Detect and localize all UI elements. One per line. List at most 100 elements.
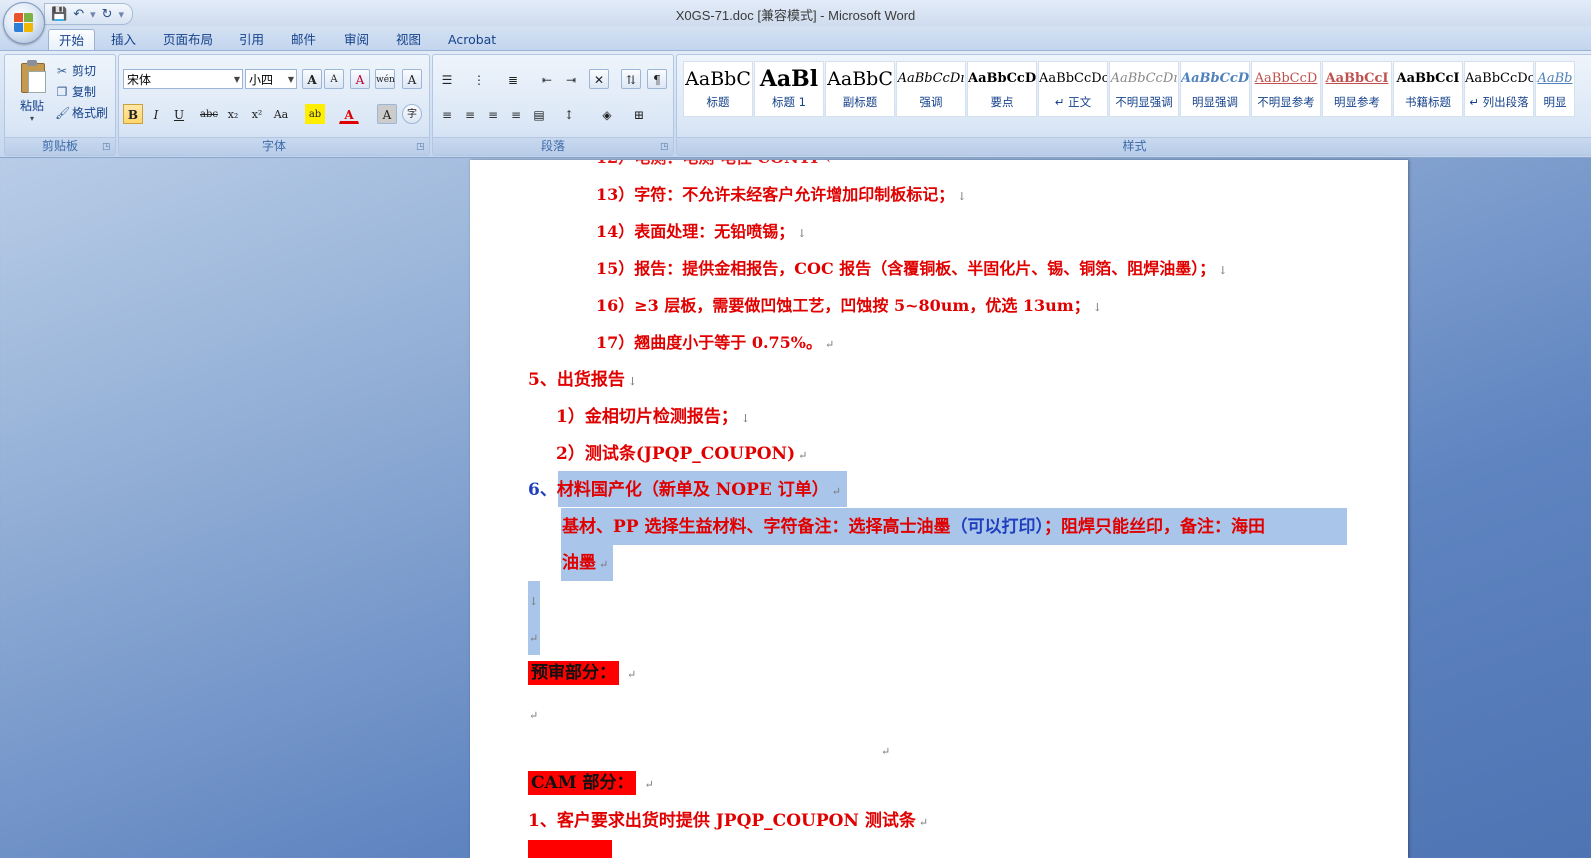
borders-icon[interactable]: ⊞: [629, 104, 649, 124]
partial-line: 12）电测：电测 电性 CONTI ↵: [596, 160, 837, 170]
show-marks-icon[interactable]: ¶: [647, 69, 667, 89]
tab-insert[interactable]: 插入: [101, 29, 146, 50]
decrease-indent-icon[interactable]: ⇤: [537, 69, 557, 89]
shrink-font-button[interactable]: A: [324, 69, 344, 89]
style-label: 强调: [919, 95, 943, 109]
tab-home[interactable]: 开始: [48, 29, 96, 51]
highlight-color-button[interactable]: ab: [305, 104, 325, 124]
underline-button[interactable]: U: [169, 104, 189, 124]
scissors-icon: ✂: [56, 64, 68, 78]
grow-font-button[interactable]: A: [302, 69, 322, 89]
char-shading-button[interactable]: A: [377, 104, 397, 124]
cut-button[interactable]: ✂ 剪切: [55, 61, 108, 82]
style-intense-emphasis[interactable]: AaBbCcDı 明显强调: [1180, 61, 1250, 117]
tab-mailings[interactable]: 邮件: [281, 29, 326, 50]
sort-icon[interactable]: ⇅: [621, 69, 641, 89]
clipboard-group-label: 剪贴板: [5, 137, 115, 155]
prereview-text: 预审部分：: [528, 661, 619, 685]
style-sample: AaBbCcDc: [1465, 71, 1534, 86]
increase-indent-icon[interactable]: ⇥: [561, 69, 581, 89]
newline-mark: ↓: [957, 190, 967, 203]
style-label: ↵ 正文: [1054, 95, 1092, 109]
style-sample: AaBbCcD: [1254, 71, 1318, 86]
align-right-icon[interactable]: ≡: [483, 104, 503, 124]
char-border-button[interactable]: A: [402, 69, 422, 89]
style-heading-1[interactable]: AaBl 标题 1: [754, 61, 824, 117]
style-intense[interactable]: AaBb 明显: [1535, 61, 1575, 117]
newline-mark: ↓: [627, 375, 638, 388]
style-sample: AaBbCcI: [1396, 71, 1460, 86]
superscript-button[interactable]: x²: [247, 104, 267, 124]
chinese-layout-icon[interactable]: ✕: [589, 69, 609, 89]
office-button[interactable]: [3, 2, 45, 44]
align-left-icon[interactable]: ≡: [437, 104, 457, 124]
styles-group-label: 样式: [677, 137, 1591, 155]
line-spacing-icon[interactable]: ↕: [559, 104, 579, 124]
style-strong[interactable]: AaBbCcD 要点: [967, 61, 1037, 117]
font-color-button[interactable]: A: [339, 104, 359, 124]
style-subtle-emphasis[interactable]: AaBbCcDı 不明显强调: [1109, 61, 1179, 117]
highlighter-icon: ab: [308, 109, 322, 120]
strikethrough-button[interactable]: abc: [199, 104, 219, 124]
align-center-icon[interactable]: ≡: [460, 104, 480, 124]
clear-format-button[interactable]: A: [350, 69, 370, 89]
tab-page-layout[interactable]: 页面布局: [153, 29, 223, 50]
list-item-text: 16）≥3 层板，需要做凹蚀工艺，凹蚀按 5~80um，优选 13um；: [596, 296, 1090, 315]
change-case-button[interactable]: Aa: [271, 104, 291, 124]
styles-group: AaBbC 标题 AaBl 标题 1 AaBbC 副标题 AaBbCcDı 强调 AaB…: [676, 54, 1591, 156]
tab-review[interactable]: 审阅: [334, 29, 379, 50]
justify-icon[interactable]: ≡: [506, 104, 526, 124]
style-book-title[interactable]: AaBbCcI 书籍标题: [1393, 61, 1463, 117]
body-text-part: （可以打印）: [950, 517, 1044, 537]
italic-button[interactable]: I: [146, 104, 166, 124]
chevron-down-icon: ▼: [233, 75, 240, 84]
font-family-value: 宋体: [127, 73, 152, 87]
style-list-paragraph[interactable]: AaBbCcDc ↵ 列出段落: [1464, 61, 1534, 117]
copy-button[interactable]: ❐ 复制: [55, 82, 108, 103]
subscript-button[interactable]: x₂: [223, 104, 243, 124]
numbering-icon[interactable]: ⋮: [469, 69, 489, 89]
window-title: X0GS-71.doc [兼容模式] - Microsoft Word: [675, 8, 916, 23]
paragraph-group-label: 段落: [433, 137, 673, 155]
chevron-down-icon: ▼: [287, 75, 294, 84]
paragraph-mark: ↵: [644, 778, 654, 791]
tab-view[interactable]: 视图: [386, 29, 431, 50]
font-group-label: 字体: [119, 137, 429, 155]
style-title[interactable]: AaBbC 标题: [683, 61, 753, 117]
tab-acrobat[interactable]: Acrobat: [438, 29, 506, 50]
paste-dropdown-icon[interactable]: ▾: [13, 114, 51, 123]
paragraph-launcher-icon[interactable]: ◳: [660, 143, 669, 152]
bullets-icon[interactable]: ☰: [437, 69, 457, 89]
paintbrush-icon: 🖌: [55, 106, 71, 120]
paste-button[interactable]: 粘贴 ▾: [13, 59, 51, 123]
distributed-icon[interactable]: ▤: [529, 104, 549, 124]
section-heading: 5、出货报告 ↓: [528, 368, 637, 394]
style-sample: AaBbCcI: [1325, 71, 1389, 86]
clipboard-group: 粘贴 ▾ ✂ 剪切 ❐ 复制 🖌 格式刷 剪贴板 ◳: [4, 54, 116, 156]
style-sample: AaBbC: [827, 68, 893, 90]
style-label: 副标题: [842, 95, 878, 109]
style-subtitle[interactable]: AaBbC 副标题: [825, 61, 895, 117]
font-launcher-icon[interactable]: ◳: [416, 143, 425, 152]
phonetic-guide-button[interactable]: wén: [375, 69, 395, 89]
style-subtle-reference[interactable]: AaBbCcD 不明显参考: [1251, 61, 1321, 117]
enclose-characters-button[interactable]: 字: [402, 104, 422, 124]
newline-mark: ↓: [1218, 264, 1228, 277]
format-painter-button[interactable]: 🖌 格式刷: [55, 103, 108, 124]
document-page[interactable]: 12）电测：电测 电性 CONTI ↵ 13）字符：不允许未经客户允许增加印制板…: [470, 160, 1408, 858]
font-size-select[interactable]: 小四 ▼: [245, 69, 297, 89]
section-heading-text: 材料国产化（新单及 NOPE 订单）: [556, 480, 829, 500]
clipboard-launcher-icon[interactable]: ◳: [102, 143, 111, 152]
font-family-select[interactable]: 宋体 ▼: [123, 69, 243, 89]
style-label: 不明显强调: [1115, 95, 1173, 109]
style-label: 要点: [990, 95, 1014, 109]
shading-icon[interactable]: ◈: [597, 104, 617, 124]
multilevel-list-icon[interactable]: ≣: [503, 69, 523, 89]
bold-button[interactable]: B: [123, 104, 143, 124]
tab-references[interactable]: 引用: [229, 29, 274, 50]
paragraph-mark: ↵: [918, 816, 929, 829]
style-emphasis[interactable]: AaBbCcDı 强调: [896, 61, 966, 117]
paragraph-mark: ↵: [825, 338, 835, 351]
style-normal[interactable]: AaBbCcDc ↵ 正文: [1038, 61, 1108, 117]
style-intense-reference[interactable]: AaBbCcI 明显参考: [1322, 61, 1392, 117]
